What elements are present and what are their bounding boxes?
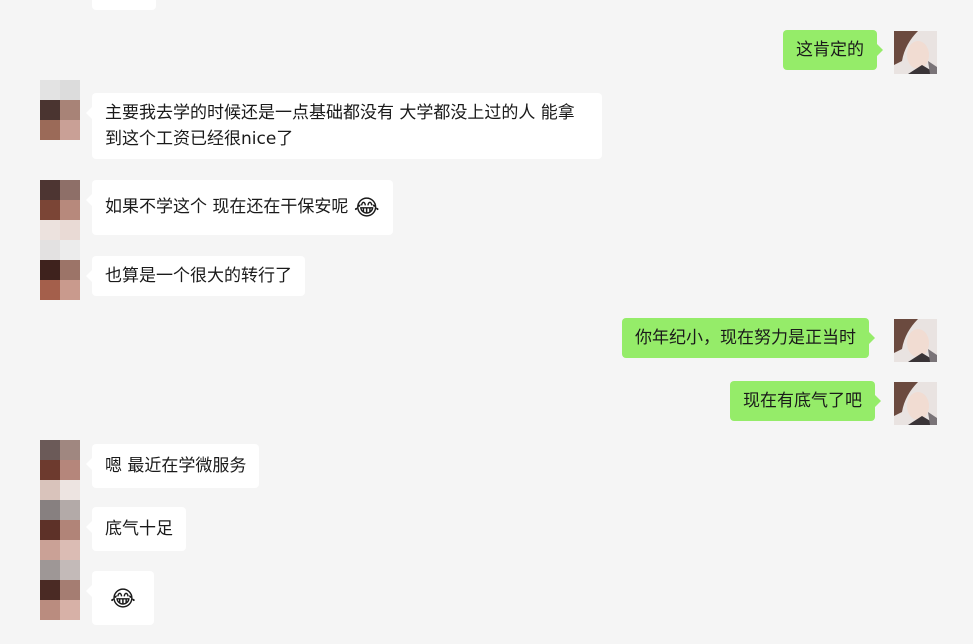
chat-message-area[interactable]: 这肯定的 主要我去学的时候还是一点基础都没有 大学都没上过的人 能拿到这个工资已… [0,0,973,644]
self-avatar[interactable] [894,382,937,425]
self-avatar[interactable] [894,31,937,74]
message-bubble-contact[interactable]: 😂 [86,571,154,625]
message-text: 这肯定的 [796,40,864,60]
contact-avatar[interactable] [40,440,80,620]
message-bubble-self[interactable]: 现在有底气了吧 [730,381,881,421]
message-text: 你年纪小，现在努力是正当时 [635,328,856,348]
message-text: 如果不学这个 现在还在干保安呢 [105,197,349,217]
tears-of-joy-icon: 😂 [353,196,380,221]
self-avatar[interactable] [894,319,937,362]
message-bubble-self[interactable]: 这肯定的 [783,30,883,70]
message-bubble-self[interactable]: 你年纪小，现在努力是正当时 [622,318,875,358]
previous-message-bubble-edge [92,0,156,10]
message-bubble-contact[interactable]: 嗯 最近在学微服务 [85,444,260,488]
message-bubble-contact[interactable]: 也算是一个很大的转行了 [86,256,305,296]
contact-avatar[interactable] [40,180,80,260]
message-bubble-contact[interactable]: 底气十足 [86,507,186,551]
tears-of-joy-icon: 😂 [110,587,136,612]
message-bubble-contact[interactable]: 如果不学这个 现在还在干保安呢 😂 [86,180,393,235]
message-bubble-contact[interactable]: 主要我去学的时候还是一点基础都没有 大学都没上过的人 能拿到这个工资已经很nic… [86,93,602,159]
message-text: 主要我去学的时候还是一点基础都没有 大学都没上过的人 能拿到这个工资已经很nic… [105,103,575,149]
message-text: 嗯 最近在学微服务 [105,456,247,476]
message-text: 现在有底气了吧 [743,391,862,411]
message-text: 底气十足 [105,519,173,539]
contact-avatar[interactable] [40,80,80,140]
message-text: 也算是一个很大的转行了 [105,266,292,286]
contact-avatar[interactable] [40,260,80,300]
